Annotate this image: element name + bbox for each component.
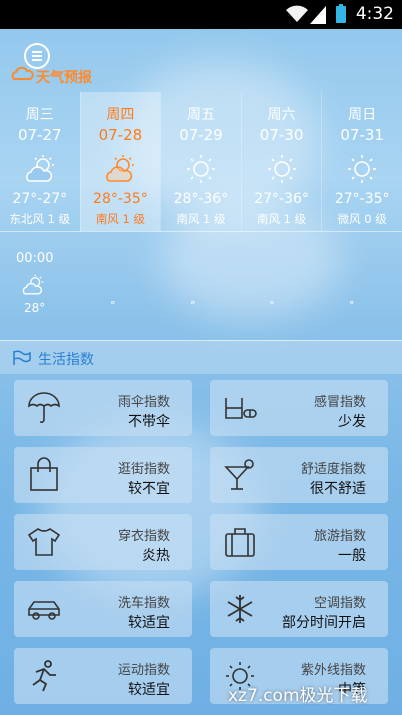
forecast-day[interactable]: 周五 07-29 28°-36° 南风 1 级 <box>160 92 241 231</box>
hour-time: 00:00 <box>16 251 54 266</box>
forecast-temp: 28°-35° <box>93 191 148 207</box>
forecast-day[interactable]: 周三 07-27 27°-27° 东北风 1 级 <box>0 92 80 231</box>
card-name: 运动指数 <box>117 663 170 678</box>
card-name: 雨伞指数 <box>117 395 170 410</box>
hourly-forecast: 00:00 28° ° ° ° ° <box>0 244 402 324</box>
forecast-weekday: 周日 <box>348 107 377 123</box>
forecast-weekday: 周三 <box>25 107 54 123</box>
forecast-wind: 南风 1 级 <box>95 212 145 226</box>
menu-button[interactable] <box>24 43 50 69</box>
sport-index-card[interactable]: 运动指数 较适宜 <box>14 648 192 704</box>
hour-temp-placeholder: ° <box>110 299 116 312</box>
forecast-date: 07-31 <box>340 126 384 144</box>
signal-icon <box>310 6 326 24</box>
shopping-index-card[interactable]: 逛街指数 较不宜 <box>14 447 192 503</box>
forecast-weekday: 周五 <box>186 107 215 123</box>
card-name: 旅游指数 <box>313 529 366 544</box>
partly-cloudy-icon <box>22 274 44 295</box>
card-value: 较适宜 <box>128 615 170 631</box>
flag-icon <box>13 350 31 365</box>
forecast-weekday: 周四 <box>106 107 135 123</box>
forecast-temp: 28°-36° <box>173 191 229 207</box>
battery-icon <box>336 4 346 23</box>
suitcase-icon <box>225 528 255 557</box>
comfort-index-card[interactable]: 舒适度指数 很不舒适 <box>210 447 388 503</box>
carwash-index-card[interactable]: 洗车指数 较适宜 <box>14 581 192 637</box>
card-value: 一般 <box>338 548 366 564</box>
watermark: xz7.com极光下载 <box>228 686 368 706</box>
forecast-date: 07-28 <box>98 126 143 144</box>
card-name: 穿衣指数 <box>117 529 170 544</box>
hour-temp-placeholder: ° <box>349 299 355 312</box>
forecast-wind: 南风 1 级 <box>176 212 226 226</box>
aircon-index-card[interactable]: 空调指数 部分时间开启 <box>210 581 388 637</box>
divider <box>0 231 402 232</box>
card-value: 较适宜 <box>128 682 170 698</box>
snowflake-icon <box>227 595 253 623</box>
cocktail-icon <box>224 459 254 490</box>
wifi-icon <box>286 5 308 22</box>
forecast-wind: 南风 1 级 <box>257 212 307 226</box>
forecast-weekday: 周六 <box>267 107 296 123</box>
sun-icon <box>348 155 377 183</box>
cloud-logo-icon <box>11 67 34 80</box>
umbrella-index-card[interactable]: 雨伞指数 不带伞 <box>14 380 192 436</box>
status-time: 4:32 <box>355 4 394 24</box>
forecast-strip: 周三 07-27 27°-27° 东北风 1 级 周四 07-28 28°-35… <box>0 92 402 231</box>
card-name: 洗车指数 <box>117 596 170 611</box>
hour-temp-placeholder: ° <box>269 299 275 312</box>
card-value: 很不舒适 <box>310 481 366 497</box>
card-value: 少发 <box>338 414 366 430</box>
partly-cloudy-icon <box>106 155 135 182</box>
medicine-icon <box>225 398 257 419</box>
card-value: 炎热 <box>142 548 170 564</box>
forecast-temp: 27°-27° <box>12 191 68 207</box>
card-name: 紫外线指数 <box>300 663 366 678</box>
life-index-title: 生活指数 <box>38 352 94 368</box>
forecast-wind: 东北风 1 级 <box>9 212 71 226</box>
forecast-temp: 27°-35° <box>334 191 390 207</box>
sun-icon <box>267 155 296 183</box>
app-header: 天气预报 <box>0 29 402 91</box>
forecast-date: 07-27 <box>18 126 62 144</box>
shopping-bag-icon <box>30 457 58 491</box>
card-value: 较不宜 <box>128 481 170 497</box>
forecast-day-selected[interactable]: 周四 07-28 28°-35° 南风 1 级 <box>79 92 161 231</box>
car-icon <box>28 601 60 620</box>
sun-icon <box>186 155 215 183</box>
forecast-temp: 27°-36° <box>254 191 309 207</box>
app-title: 天气预报 <box>36 70 92 86</box>
shirt-icon <box>27 528 61 556</box>
life-index-header: 生活指数 <box>0 340 402 374</box>
status-bar: 4:32 <box>0 0 402 29</box>
hour-temp: 28° <box>24 301 46 315</box>
umbrella-icon <box>28 392 60 423</box>
card-name: 舒适度指数 <box>300 462 366 477</box>
card-name: 空调指数 <box>313 596 366 611</box>
clothing-index-card[interactable]: 穿衣指数 炎热 <box>14 514 192 570</box>
forecast-date: 07-30 <box>259 126 304 144</box>
forecast-day[interactable]: 周日 07-31 27°-35° 微风 0 级 <box>321 92 402 231</box>
forecast-wind: 微风 0 级 <box>337 212 387 226</box>
partly-cloudy-icon <box>25 155 54 182</box>
card-value: 部分时间开启 <box>282 615 366 631</box>
travel-index-card[interactable]: 旅游指数 一般 <box>210 514 388 570</box>
card-name: 逛街指数 <box>117 462 170 477</box>
hour-temp-placeholder: ° <box>190 299 196 312</box>
card-name: 感冒指数 <box>313 395 366 410</box>
card-value: 不带伞 <box>128 414 170 430</box>
forecast-date: 07-29 <box>179 126 223 144</box>
forecast-day[interactable]: 周六 07-30 27°-36° 南风 1 级 <box>240 92 322 231</box>
cold-index-card[interactable]: 感冒指数 少发 <box>210 380 388 436</box>
running-icon <box>32 660 56 692</box>
